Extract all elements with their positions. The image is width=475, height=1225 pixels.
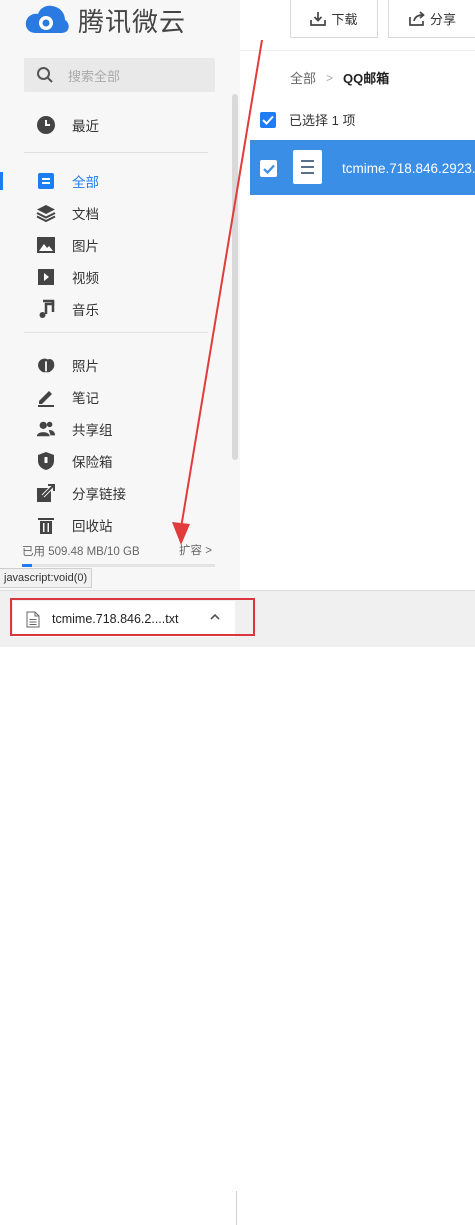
photo-icon	[36, 355, 56, 375]
search-icon	[37, 67, 53, 83]
text-file-icon	[293, 150, 322, 184]
sidebar-item-share-links[interactable]: 分享链接	[0, 477, 230, 509]
sidebar-item-label: 文档	[72, 207, 99, 222]
layers-icon	[36, 203, 56, 223]
storage-usage: 已用 509.48 MB/10 GB	[22, 546, 140, 558]
status-bar-url: javascript:void(0)	[0, 568, 93, 588]
sidebar-item-recent[interactable]: 最近	[0, 109, 230, 141]
selection-count: 已选择 1 项	[289, 113, 356, 128]
annotation-highlight-box	[10, 598, 255, 636]
expand-storage-link[interactable]: 扩容 >	[179, 542, 212, 558]
trash-icon	[36, 515, 56, 535]
app-title: 腾讯微云	[78, 6, 187, 37]
select-all-checkbox[interactable]	[260, 111, 276, 128]
sidebar-scrollbar[interactable]	[232, 94, 238, 460]
sidebar-item-label: 分享链接	[72, 487, 126, 502]
divider	[24, 332, 208, 333]
selection-info: 已选择 1 项	[260, 110, 355, 129]
sidebar-item-label: 图片	[72, 239, 99, 254]
search-box[interactable]: 搜索全部	[24, 58, 215, 92]
sidebar-item-label: 共享组	[72, 423, 113, 438]
cloud-logo-icon	[25, 5, 69, 33]
sidebar-item-label: 全部	[72, 175, 99, 190]
all-files-icon	[36, 171, 56, 191]
share-button-label: 分享	[429, 12, 456, 27]
download-icon	[310, 12, 327, 26]
toolbar: 下载 分享	[240, 0, 475, 51]
sidebar-item-music[interactable]: 音乐	[0, 293, 230, 325]
sidebar-item-images[interactable]: 图片	[0, 229, 230, 261]
download-divider	[236, 1191, 237, 1225]
breadcrumb-root[interactable]: 全部	[290, 68, 316, 87]
logo[interactable]: 腾讯微云	[24, 2, 186, 38]
sidebar-item-videos[interactable]: 视频	[0, 261, 230, 293]
group-icon	[36, 419, 56, 439]
sidebar-item-groups[interactable]: 共享组	[0, 413, 230, 445]
image-icon	[36, 235, 56, 255]
download-button[interactable]: 下载	[290, 0, 378, 38]
clock-icon	[36, 115, 56, 135]
file-row[interactable]: tcmime.718.846.2923.	[250, 140, 475, 195]
storage-bar	[22, 564, 215, 567]
share-button[interactable]: 分享	[388, 0, 475, 38]
video-icon	[36, 267, 56, 287]
music-icon	[36, 299, 56, 319]
breadcrumb-separator: >	[326, 70, 334, 85]
checkmark-icon	[262, 164, 275, 174]
divider	[24, 152, 208, 153]
search-placeholder: 搜索全部	[68, 68, 121, 84]
checkmark-icon	[262, 115, 274, 125]
download-button-label: 下载	[331, 12, 358, 27]
storage-bar-fill	[22, 564, 32, 567]
breadcrumb-current: QQ邮箱	[343, 71, 390, 86]
pencil-icon	[36, 387, 56, 407]
sidebar-item-all[interactable]: 全部	[0, 165, 230, 197]
sidebar-item-trash[interactable]: 回收站	[0, 509, 230, 541]
sidebar-item-label: 最近	[72, 119, 99, 134]
sidebar-item-label: 音乐	[72, 303, 99, 318]
share-link-icon	[36, 483, 56, 503]
sidebar-item-vault[interactable]: 保险箱	[0, 445, 230, 477]
sidebar-item-label: 保险箱	[72, 455, 113, 470]
sidebar-item-photos[interactable]: 照片	[0, 349, 230, 381]
sidebar-item-notes[interactable]: 笔记	[0, 381, 230, 413]
breadcrumb: 全部 > QQ邮箱	[290, 68, 389, 87]
sidebar-item-label: 视频	[72, 271, 99, 286]
file-checkbox[interactable]	[260, 160, 277, 177]
sidebar-item-docs[interactable]: 文档	[0, 197, 230, 229]
sidebar-item-label: 笔记	[72, 391, 99, 406]
sidebar: 腾讯微云 搜索全部 最近 全部 文档 图片 视频 音乐 照片 笔记 共享组 保险…	[0, 0, 240, 590]
file-name[interactable]: tcmime.718.846.2923.	[342, 161, 475, 176]
sidebar-item-label: 回收站	[72, 519, 113, 534]
sidebar-item-label: 照片	[72, 359, 99, 374]
shield-icon	[36, 451, 56, 471]
share-icon	[409, 11, 425, 26]
